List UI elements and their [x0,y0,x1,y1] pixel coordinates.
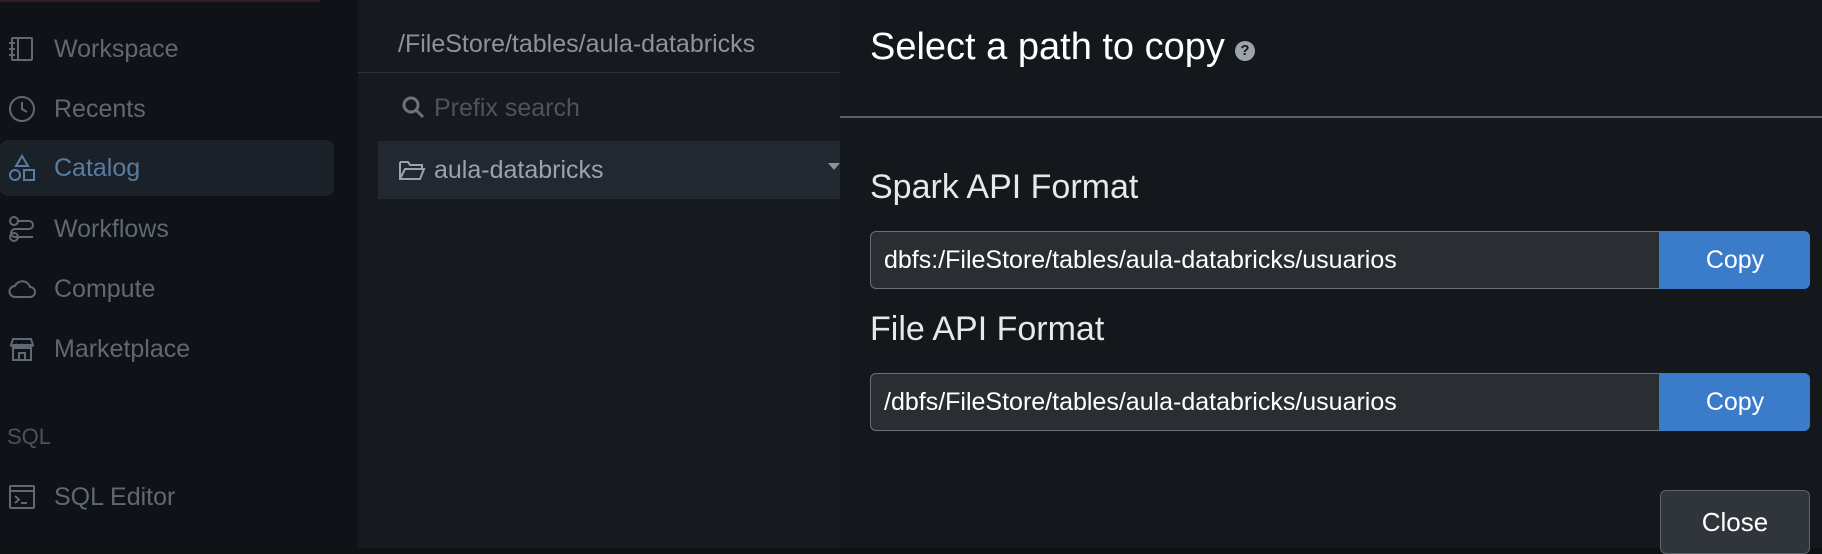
sidebar-item-workflows[interactable]: Workflows [0,201,334,257]
sidebar-item-label: Marketplace [54,334,191,363]
folder-open-icon [399,161,426,180]
file-path-field[interactable]: /dbfs/FileStore/tables/aula-databricks/u… [870,373,1660,431]
spark-api-format-label: Spark API Format [870,168,1139,206]
browser-path: /FileStore/tables/aula-databricks [398,30,756,58]
file-browser-panel: /FileStore/tables/aula-databricks Prefix… [358,0,840,548]
workspace-icon [0,21,44,77]
sidebar-item-label: SQL Editor [54,482,176,511]
prefix-search-input[interactable]: Prefix search [400,88,820,128]
sidebar-item-catalog[interactable]: Catalog [0,140,334,196]
sidebar: Workspace Recents Catalog Workflows Comp… [0,0,358,548]
search-icon [402,96,425,119]
modal-title-text: Select a path to copy [870,26,1225,68]
folder-name: aula-databricks [434,155,604,184]
sidebar-item-recents[interactable]: Recents [0,81,334,137]
sidebar-item-label: Workspace [54,34,179,63]
clock-icon [0,81,44,137]
sidebar-top-accent [0,0,320,2]
sidebar-item-label: Compute [54,274,156,303]
close-button[interactable]: Close [1660,490,1810,554]
catalog-icon [0,140,44,196]
sidebar-item-label: Catalog [54,153,141,182]
modal-divider [840,116,1822,118]
workflows-icon [0,201,44,257]
sidebar-item-workspace[interactable]: Workspace [0,21,334,77]
browser-divider [358,72,840,73]
sidebar-item-label: Workflows [54,214,169,243]
store-icon [0,321,44,377]
cloud-icon [0,261,44,317]
copy-spark-path-button[interactable]: Copy [1660,231,1810,289]
sidebar-item-compute[interactable]: Compute [0,261,334,317]
help-icon[interactable]: ? [1234,40,1255,61]
copy-file-path-button[interactable]: Copy [1660,373,1810,431]
sidebar-item-label: Recents [54,94,146,123]
spark-path-field[interactable]: dbfs:/FileStore/tables/aula-databricks/u… [870,231,1660,289]
sidebar-item-marketplace[interactable]: Marketplace [0,321,334,377]
sql-editor-icon [0,469,44,525]
file-api-format-label: File API Format [870,310,1105,348]
section-label-sql: SQL [7,424,52,449]
folder-row-aula-databricks[interactable]: aula-databricks [378,141,840,199]
copy-path-modal: Select a path to copy ? Spark API Format… [840,0,1822,554]
chevron-down-icon[interactable] [828,163,840,170]
sidebar-item-sql-editor[interactable]: SQL Editor [0,469,334,525]
modal-title: Select a path to copy ? [870,26,1255,69]
prefix-search-placeholder: Prefix search [434,93,580,122]
